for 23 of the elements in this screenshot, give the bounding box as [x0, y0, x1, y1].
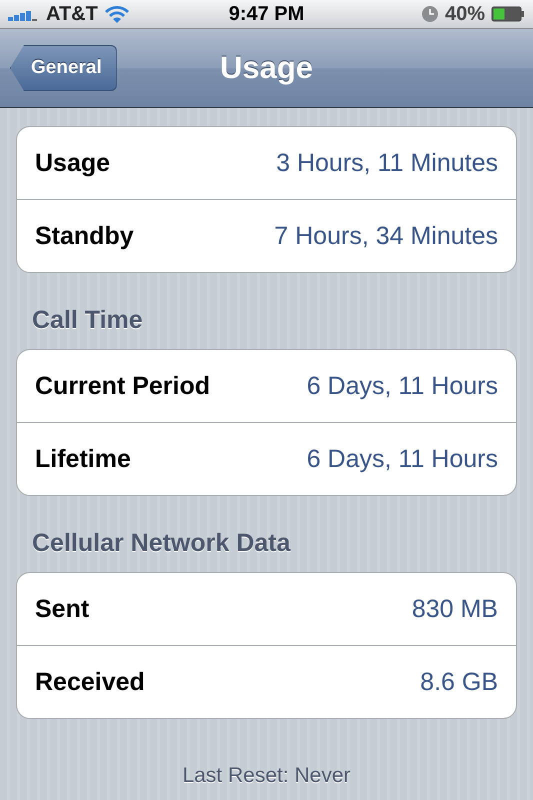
row-value: 6 Days, 11 Hours	[306, 372, 498, 400]
row-value: 7 Hours, 34 Minutes	[274, 222, 498, 250]
row-label: Standby	[35, 222, 134, 250]
row-label: Sent	[35, 594, 90, 624]
row-label: Current Period	[35, 372, 210, 400]
row-value: 3 Hours, 11 Minutes	[276, 148, 498, 178]
battery-percent: 40%	[444, 2, 485, 26]
row-value: 6 Days, 11 Hours	[306, 444, 498, 474]
battery-icon	[491, 6, 525, 22]
row-label: Lifetime	[35, 444, 131, 474]
section-header: Cellular Network Data	[31, 528, 292, 559]
back-button[interactable]: General	[10, 45, 117, 91]
wifi-icon	[104, 4, 130, 24]
page-title: Usage	[220, 50, 314, 86]
section-header: Call Time	[31, 305, 144, 336]
clock-time: 9:47 PM	[228, 2, 304, 26]
row-label: Received	[35, 668, 145, 696]
row-label: Usage	[35, 148, 110, 178]
clock-icon	[420, 5, 439, 23]
row-value: 8.6 GB	[420, 668, 498, 696]
footer-note: Last Reset: Never	[182, 764, 351, 787]
carrier-name: AT&T	[46, 2, 98, 26]
row-value: 830 MB	[412, 594, 498, 624]
